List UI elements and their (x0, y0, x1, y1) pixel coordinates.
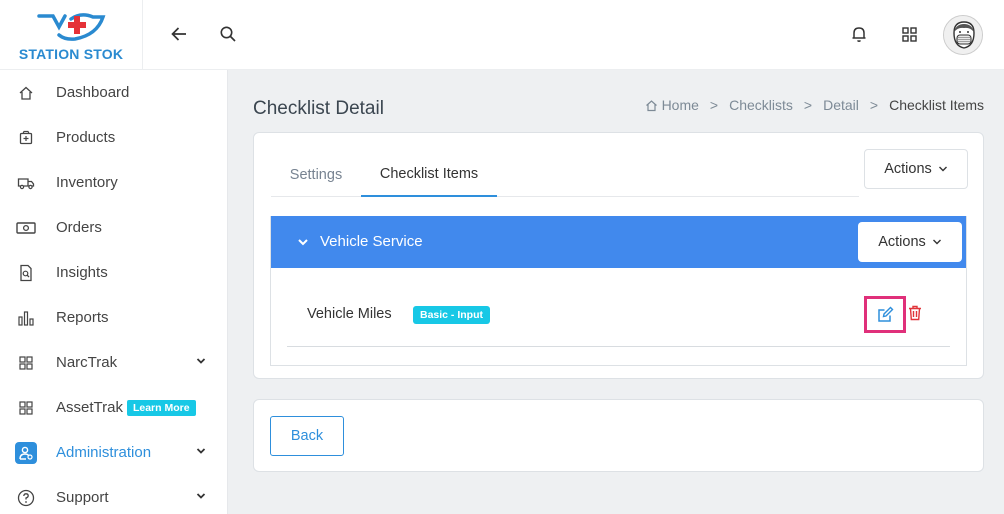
sidebar: STATION STOK Dashboard Products Inventor… (0, 0, 228, 514)
checklist-item-row: Vehicle Miles Basic - Input (287, 268, 950, 347)
sidebar-item-label: NarcTrak (56, 354, 118, 371)
sidebar-item-assettrak[interactable]: AssetTrak Learn More (0, 385, 228, 430)
station-stok-logo-icon (37, 13, 106, 41)
sidebar-item-administration[interactable]: Administration (0, 430, 228, 475)
sidebar-item-dashboard[interactable]: Dashboard (0, 70, 228, 115)
breadcrumb-home[interactable]: Home (645, 97, 699, 113)
chevron-down-icon (196, 358, 206, 364)
box-plus-icon (15, 127, 37, 149)
section-actions-button[interactable]: Actions (858, 222, 962, 262)
tab-settings[interactable]: Settings (271, 153, 361, 197)
brand-name: STATION STOK (18, 46, 124, 62)
sidebar-item-inventory[interactable]: Inventory (0, 160, 228, 205)
item-type-badge: Basic - Input (413, 306, 491, 324)
search-document-icon (15, 262, 37, 284)
breadcrumb-detail[interactable]: Detail (823, 97, 859, 113)
checklist-card: Settings Checklist Items Actions Vehicle… (253, 132, 984, 379)
chevron-down-icon (932, 239, 941, 245)
sidebar-item-label: Products (56, 129, 116, 146)
sidebar-item-label: Orders (56, 219, 102, 236)
home-icon (645, 99, 657, 111)
sidebar-item-label: Support (56, 489, 109, 506)
tab-checklist-items[interactable]: Checklist Items (361, 153, 497, 197)
home-icon (15, 82, 37, 104)
topbar (143, 0, 1004, 70)
admin-user-icon (15, 441, 37, 464)
sidebar-item-orders[interactable]: Orders (0, 205, 228, 250)
bar-chart-icon (15, 307, 37, 329)
grid-icon (15, 352, 37, 374)
delete-button[interactable] (906, 304, 924, 322)
logo[interactable]: STATION STOK (0, 0, 143, 70)
breadcrumb-separator: > (709, 97, 719, 113)
sidebar-item-products[interactable]: Products (0, 115, 228, 160)
edit-button[interactable] (864, 296, 906, 333)
learn-more-badge[interactable]: Learn More (126, 400, 196, 416)
actions-button-label: Actions (878, 234, 926, 250)
sidebar-item-label-text: AssetTrak (56, 399, 123, 416)
sidebar-item-label: Reports (56, 309, 109, 326)
chevron-down-icon (196, 448, 206, 454)
sidebar-item-label: Insights (56, 264, 108, 281)
breadcrumb-separator: > (803, 97, 813, 113)
checklist-item-label: Vehicle Miles (307, 306, 392, 322)
breadcrumb-separator: > (869, 97, 879, 113)
edit-icon (877, 306, 893, 322)
chevron-down-icon (196, 493, 206, 499)
trash-icon (909, 305, 921, 321)
tab-bar: Settings Checklist Items (271, 153, 859, 197)
actions-button-label: Actions (884, 161, 932, 177)
help-circle-icon (15, 487, 37, 509)
chevron-down-icon[interactable] (297, 236, 309, 248)
avatar[interactable] (943, 15, 983, 55)
sidebar-item-label: AssetTrak Learn More (56, 399, 196, 416)
footer-card: Back (253, 399, 984, 472)
apps-grid-icon[interactable] (897, 22, 921, 46)
search-icon[interactable] (216, 22, 240, 46)
sidebar-item-label: Dashboard (56, 84, 130, 101)
actions-button[interactable]: Actions (864, 149, 968, 189)
breadcrumb: Home > Checklists > Detail > Checklist I… (645, 97, 984, 113)
breadcrumb-current: Checklist Items (889, 97, 984, 113)
chevron-down-icon (938, 166, 947, 172)
section-title: Vehicle Service (320, 233, 423, 250)
section-header[interactable]: Vehicle Service Actions (271, 216, 966, 268)
sidebar-item-reports[interactable]: Reports (0, 295, 228, 340)
sidebar-item-support[interactable]: Support (0, 475, 228, 514)
back-button[interactable]: Back (270, 416, 344, 456)
truck-icon (15, 172, 37, 194)
checklist-section: Vehicle Service Actions Vehicle Miles Ba… (270, 216, 967, 366)
cash-icon (15, 217, 37, 239)
breadcrumb-checklists[interactable]: Checklists (729, 97, 793, 113)
page-title: Checklist Detail (253, 98, 384, 119)
breadcrumb-home-label: Home (661, 97, 699, 113)
sidebar-item-insights[interactable]: Insights (0, 250, 228, 295)
grid-icon (15, 397, 37, 419)
bell-icon[interactable] (847, 22, 871, 46)
sidebar-item-narctrak[interactable]: NarcTrak (0, 340, 228, 385)
sidebar-item-label: Administration (56, 444, 152, 461)
sidebar-item-label: Inventory (56, 174, 118, 191)
sidebar-nav: Dashboard Products Inventory Orders Insi… (0, 70, 228, 514)
arrow-left-icon[interactable] (167, 22, 191, 46)
